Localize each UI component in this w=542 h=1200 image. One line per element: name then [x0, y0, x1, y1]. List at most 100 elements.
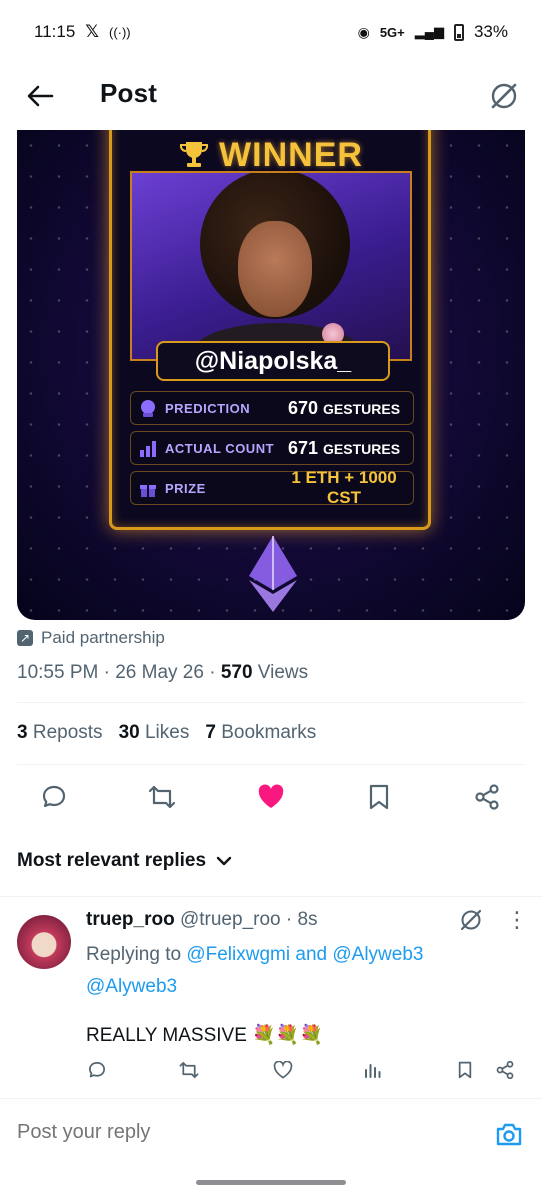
reply-grok-button[interactable]	[458, 907, 484, 933]
repost-icon	[179, 1062, 199, 1078]
reply-text: REALLY MASSIVE 💐💐💐	[86, 1025, 324, 1046]
reply-repost-button[interactable]	[178, 1059, 200, 1081]
reply-composer	[0, 1098, 542, 1162]
hotspot-icon: ((·))	[108, 24, 131, 40]
chevron-down-icon	[216, 856, 232, 866]
replying-to: Replying to @Felixwgmi and @Alyweb3 @Aly…	[86, 939, 506, 1003]
timestamp-text: 10:55 PM · 26 May 26 ·	[17, 662, 221, 683]
paid-partnership-label[interactable]: ↗ Paid partnership	[17, 628, 165, 648]
repost-icon	[148, 785, 176, 809]
wifi-icon: ◉	[357, 23, 370, 40]
bookmark-button[interactable]	[364, 782, 394, 812]
ethereum-icon	[249, 536, 297, 612]
stat-label: PREDICTION	[165, 400, 251, 416]
like-button[interactable]	[256, 782, 286, 812]
stat-unit: GESTURES	[323, 400, 401, 417]
reply-time: · 8s	[285, 909, 318, 930]
stat-value: 1 ETH + 1000 CST	[291, 468, 397, 507]
reply-handle[interactable]: @truep_roo	[180, 909, 281, 930]
replying-prefix: Replying to	[86, 944, 187, 965]
repost-button[interactable]	[147, 782, 177, 812]
stat-row-prize: PRIZE 1 ETH + 1000 CST	[130, 468, 414, 507]
stat-label: PRIZE	[165, 480, 206, 496]
stat-row-prediction: PREDICTION 670 GESTURES	[130, 391, 414, 425]
battery-icon	[453, 23, 464, 41]
mention-link[interactable]: @Alyweb3	[86, 976, 177, 997]
reply-share-button[interactable]	[494, 1059, 516, 1081]
avatar[interactable]	[17, 915, 71, 969]
likes-stat[interactable]: 30 Likes	[119, 722, 190, 744]
heart-filled-icon	[258, 784, 284, 808]
gift-icon	[131, 472, 165, 504]
winner-card: WINNER @Niapolska_ PREDICTION 670 GESTUR…	[109, 130, 431, 530]
share-icon	[496, 1060, 514, 1080]
reply-comment-button[interactable]	[86, 1059, 108, 1081]
reposts-count: 3	[17, 722, 28, 743]
divider	[17, 764, 525, 765]
bookmarks-count: 7	[205, 722, 216, 743]
stat-value: 671 GESTURES	[275, 438, 413, 459]
reposts-stat[interactable]: 3 Reposts	[17, 722, 103, 744]
reply-button[interactable]	[39, 782, 69, 812]
status-right: ◉ 5G+ ▂▄▆ 33%	[358, 22, 508, 42]
post-action-bar	[0, 776, 542, 818]
status-time: 11:15	[34, 22, 76, 41]
reply-like-button[interactable]	[272, 1059, 294, 1081]
likes-label: Likes	[144, 722, 190, 743]
page-title: Post	[100, 78, 158, 108]
mention-link[interactable]: @Alyweb3	[332, 944, 423, 965]
back-button[interactable]	[22, 78, 58, 114]
home-indicator[interactable]	[196, 1180, 346, 1185]
bookmark-icon	[458, 1061, 472, 1079]
camera-button[interactable]	[494, 1119, 524, 1149]
status-bar: 11:15 𝕏 ((·)) ◉ 5G+ ▂▄▆ 33%	[0, 0, 542, 64]
x-logo-icon: 𝕏	[85, 22, 99, 41]
comment-icon	[89, 1062, 105, 1078]
more-options-icon[interactable]: ⋮	[506, 909, 528, 931]
reposts-label: Reposts	[32, 722, 103, 743]
likes-count: 30	[118, 722, 140, 743]
post-timestamp: 10:55 PM · 26 May 26 · 570 Views	[17, 662, 308, 684]
replies-sort-dropdown[interactable]: Most relevant replies	[17, 850, 232, 872]
reply-display-name[interactable]: truep_roo	[86, 909, 175, 930]
share-button[interactable]	[472, 782, 502, 812]
stat-number: 670	[287, 397, 318, 418]
reply-views-button[interactable]	[362, 1059, 384, 1081]
divider	[17, 702, 525, 703]
grok-button[interactable]	[484, 76, 524, 116]
views-count: 570	[220, 662, 253, 683]
stat-unit: GESTURES	[323, 440, 401, 457]
comment-icon	[42, 785, 66, 808]
winner-text: WINNER	[219, 135, 363, 174]
stat-number: 671	[287, 437, 318, 458]
grok-icon	[460, 909, 482, 931]
bookmarks-stat[interactable]: 7 Bookmarks	[205, 722, 316, 744]
stat-label: ACTUAL COUNT	[165, 440, 275, 456]
camera-icon	[496, 1123, 522, 1146]
reply-bookmark-button[interactable]	[454, 1059, 476, 1081]
stat-value: 670 GESTURES	[275, 398, 413, 419]
signal-icon: ▂▄▆	[414, 24, 444, 39]
battery-percent: 33%	[473, 22, 508, 41]
status-left: 11:15 𝕏 ((·))	[34, 22, 131, 42]
views-label: Views	[252, 662, 309, 683]
arrow-left-icon	[27, 85, 54, 107]
grok-icon	[491, 83, 517, 109]
portrait-face	[238, 221, 312, 317]
paid-partnership-text: Paid partnership	[41, 628, 165, 647]
mention-link[interactable]: @Felixwgmi	[186, 944, 290, 965]
reply-input[interactable]	[17, 1121, 437, 1144]
reply-item[interactable]: truep_roo @truep_roo · 8s ⋮ Replying to …	[0, 896, 542, 1096]
network-label: 5G+	[379, 24, 405, 40]
header: Post	[0, 64, 542, 128]
post-image[interactable]: WINNER @Niapolska_ PREDICTION 670 GESTUR…	[17, 130, 525, 620]
crystal-ball-icon	[131, 392, 165, 424]
and-text: and	[290, 944, 333, 965]
trophy-icon	[180, 142, 209, 167]
reply-action-bar	[0, 1059, 542, 1087]
reply-header: truep_roo @truep_roo · 8s	[86, 909, 318, 931]
arrow-up-right-icon: ↗	[17, 630, 33, 646]
bar-chart-icon	[131, 432, 165, 464]
bookmark-icon	[369, 784, 389, 810]
replies-heading: Most relevant replies	[17, 850, 207, 871]
